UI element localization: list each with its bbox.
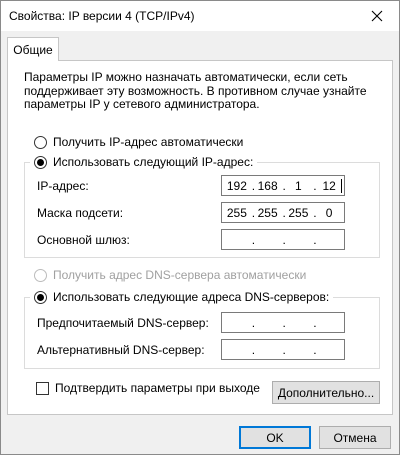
dns-manual-option[interactable]: Использовать следующие адреса DNS-сервер… — [30, 290, 334, 304]
ip-dot: . — [251, 232, 256, 247]
preferred-dns-label: Предпочитаемый DNS-сервер: — [37, 316, 209, 330]
description-text: Параметры IP можно назначать автоматичес… — [24, 70, 367, 111]
gateway-label: Основной шлюз: — [37, 233, 130, 247]
title-bar[interactable]: Свойства: IP версии 4 (TCP/IPv4) — [1, 1, 399, 31]
alternate-dns-input[interactable]: . . . — [221, 339, 345, 360]
dialog-window: Свойства: IP версии 4 (TCP/IPv4) Общие П… — [0, 0, 400, 455]
ip-dot: . — [251, 315, 256, 330]
ip-manual-radio[interactable] — [34, 155, 47, 169]
ip-address-input[interactable]: 192 . 168 . 1 . 12 — [221, 175, 345, 196]
validate-label: Подтвердить параметры при выходе — [55, 381, 260, 395]
gateway-input[interactable]: . . . — [221, 229, 345, 250]
validate-option[interactable]: Подтвердить параметры при выходе — [36, 381, 260, 395]
ip-address-octet-3: 1 — [295, 178, 302, 193]
close-icon — [371, 10, 383, 22]
ip-manual-option[interactable]: Использовать следующий IP-адрес: — [30, 155, 258, 169]
subnet-mask-label: Маска подсети: — [37, 206, 124, 220]
general-panel: Параметры IP можно назначать автоматичес… — [7, 60, 393, 415]
subnet-octet-1: 255 — [226, 205, 247, 220]
ip-dot: . — [251, 342, 256, 357]
preferred-dns-input[interactable]: . . . — [221, 312, 345, 333]
close-button[interactable] — [355, 1, 399, 31]
ip-dot: . — [313, 315, 317, 330]
validate-checkbox[interactable] — [36, 381, 49, 395]
dns-auto-label: Получить адрес DNS-сервера автоматически — [53, 268, 307, 282]
cancel-button-label: Отмена — [333, 430, 377, 445]
ip-manual-label: Использовать следующий IP-адрес: — [53, 155, 254, 169]
ip-auto-option[interactable]: Получить IP-адрес автоматически — [34, 135, 243, 149]
cancel-button[interactable]: Отмена — [319, 426, 391, 449]
tab-general-label: Общие — [13, 42, 53, 57]
ip-address-octet-4: 12 — [322, 178, 336, 193]
ip-address-octet-1: 192 — [226, 178, 247, 193]
dns-manual-radio[interactable] — [34, 290, 47, 304]
window-title: Свойства: IP версии 4 (TCP/IPv4) — [9, 9, 195, 23]
advanced-button[interactable]: Дополнительно... — [272, 381, 380, 404]
advanced-button-label: Дополнительно... — [277, 385, 375, 400]
tab-general[interactable]: Общие — [7, 37, 59, 61]
ip-address-label: IP-адрес: — [37, 179, 89, 193]
ip-dot: . — [282, 342, 286, 357]
alternate-dns-label: Альтернативный DNS-сервер: — [37, 343, 205, 357]
text-caret — [341, 179, 342, 193]
ip-dot: . — [282, 232, 286, 247]
dns-auto-radio[interactable] — [34, 268, 47, 282]
ip-auto-radio[interactable] — [34, 135, 47, 149]
subnet-octet-2: 255 — [257, 205, 278, 220]
subnet-octet-3: 255 — [288, 205, 309, 220]
dns-manual-group: Предпочитаемый DNS-сервер: . . . Альтерн… — [24, 297, 380, 369]
subnet-mask-input[interactable]: 255 . 255 . 255 . 0 — [221, 202, 345, 223]
subnet-octet-4: 0 — [325, 205, 333, 220]
ip-dot: . — [313, 232, 317, 247]
ip-dot: . — [313, 342, 317, 357]
dns-manual-label: Использовать следующие адреса DNS-сервер… — [53, 290, 330, 304]
ok-button[interactable]: OK — [239, 426, 311, 449]
ok-button-label: OK — [266, 430, 284, 445]
ip-manual-group: IP-адрес: 192 . 168 . 1 . 12 Маска подсе… — [24, 162, 380, 258]
dns-auto-option[interactable]: Получить адрес DNS-сервера автоматически — [34, 268, 306, 282]
ip-auto-label: Получить IP-адрес автоматически — [53, 135, 244, 149]
ip-address-octet-2: 168 — [257, 178, 278, 193]
ip-dot: . — [282, 315, 286, 330]
